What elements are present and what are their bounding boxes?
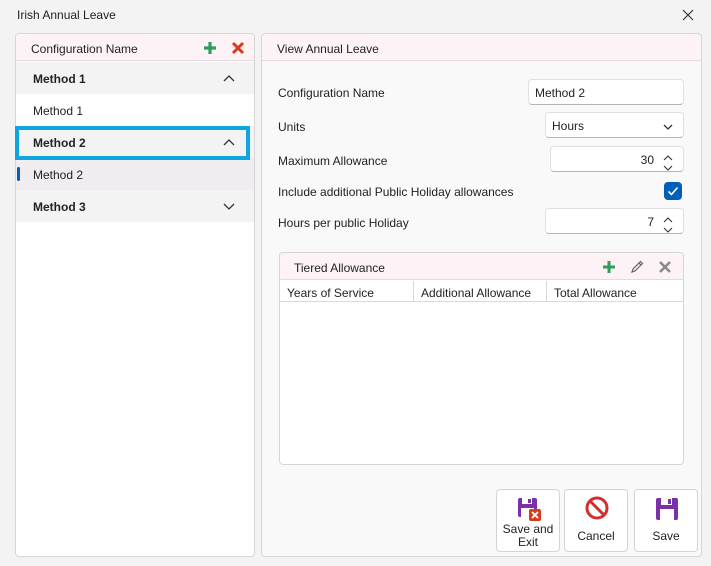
- save-button[interactable]: Save: [634, 489, 698, 552]
- include-public-holiday-checkbox[interactable]: [664, 182, 682, 200]
- group-header-method-3[interactable]: Method 3: [16, 190, 254, 222]
- cancel-icon: [584, 496, 610, 522]
- close-icon[interactable]: [678, 5, 698, 25]
- add-icon[interactable]: [202, 40, 218, 56]
- column-header-years-of-service[interactable]: Years of Service: [280, 281, 414, 302]
- units-dropdown[interactable]: Hours: [545, 112, 684, 138]
- title-bar: Irish Annual Leave: [0, 0, 711, 30]
- add-icon[interactable]: [601, 259, 617, 275]
- hours-per-public-holiday-value: 7: [647, 215, 654, 229]
- delete-icon[interactable]: [657, 259, 673, 275]
- chevron-up-icon[interactable]: [222, 72, 236, 84]
- maximum-allowance-stepper[interactable]: 30: [550, 146, 684, 172]
- group-header-method-1[interactable]: Method 1: [16, 62, 254, 94]
- save-label: Save: [652, 529, 680, 543]
- list-item-selected[interactable]: Method 2: [16, 158, 254, 190]
- window-title: Irish Annual Leave: [17, 8, 116, 22]
- view-annual-leave-title: View Annual Leave: [277, 42, 379, 56]
- list-item-label: Method 2: [33, 168, 84, 182]
- group-header-label: Method 1: [33, 72, 86, 86]
- configuration-name-field[interactable]: Method 2: [528, 79, 684, 105]
- hours-per-public-holiday-stepper[interactable]: 7: [545, 208, 684, 234]
- column-header-additional-allowance[interactable]: Additional Allowance: [414, 281, 547, 302]
- tiered-allowance-title: Tiered Allowance: [294, 261, 385, 275]
- include-public-holiday-label: Include additional Public Holiday allowa…: [278, 185, 514, 199]
- tiered-allowance-header: Tiered Allowance: [280, 253, 683, 280]
- spin-down-icon[interactable]: [663, 161, 673, 171]
- group-header-label: Method 2: [33, 136, 86, 150]
- chevron-up-icon[interactable]: [222, 136, 236, 148]
- spin-up-icon[interactable]: [663, 150, 673, 161]
- list-item[interactable]: Method 1: [16, 94, 254, 126]
- column-header-label: Additional Allowance: [421, 286, 532, 300]
- column-header-label: Total Allowance: [554, 286, 637, 300]
- cancel-label: Cancel: [577, 529, 615, 543]
- column-header-total-allowance[interactable]: Total Allowance: [547, 281, 683, 302]
- units-label: Units: [278, 120, 306, 134]
- maximum-allowance-label: Maximum Allowance: [278, 154, 388, 168]
- edit-icon[interactable]: [629, 259, 645, 275]
- tiered-allowance-grid: Tiered Allowance Years of Service Additi…: [279, 252, 684, 465]
- units-value: Hours: [552, 119, 585, 133]
- save-and-exit-icon: [516, 496, 542, 522]
- configuration-list-title: Configuration Name: [31, 42, 138, 56]
- delete-icon[interactable]: [230, 40, 246, 56]
- spin-down-icon[interactable]: [663, 223, 673, 233]
- chevron-down-icon[interactable]: [222, 200, 236, 212]
- maximum-allowance-value: 30: [640, 153, 654, 167]
- configuration-name-label: Configuration Name: [278, 86, 385, 100]
- group-header-label: Method 3: [33, 200, 86, 214]
- save-icon: [654, 496, 680, 522]
- configuration-list-panel: Configuration Name Method 1 Method 1 Met…: [15, 33, 255, 557]
- view-annual-leave-header: View Annual Leave: [262, 34, 701, 61]
- save-and-exit-label-line2: Exit: [517, 535, 538, 549]
- configuration-name-value: Method 2: [535, 86, 586, 100]
- chevron-down-icon[interactable]: [662, 121, 674, 131]
- configuration-list-header: Configuration Name: [16, 34, 254, 61]
- spin-up-icon[interactable]: [663, 212, 673, 223]
- group-header-method-2[interactable]: Method 2: [16, 126, 254, 158]
- cancel-button[interactable]: Cancel: [564, 489, 628, 552]
- save-and-exit-button[interactable]: Save and Exit: [496, 489, 560, 552]
- selection-indicator: [17, 167, 20, 181]
- hours-per-public-holiday-label: Hours per public Holiday: [278, 216, 409, 230]
- list-item-label: Method 1: [33, 104, 84, 118]
- column-header-label: Years of Service: [287, 286, 374, 300]
